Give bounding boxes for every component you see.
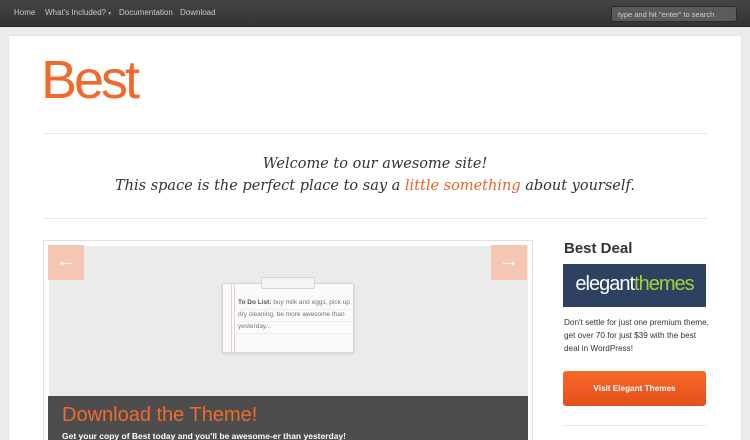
welcome-line-2-end: about yourself. — [520, 178, 635, 194]
welcome-line-2: This space is the perfect place to say a… — [43, 175, 707, 197]
banner-text-elegant: elegant — [575, 273, 635, 295]
nav-item-home[interactable]: Home — [14, 8, 35, 17]
nav-item-whats-included-label: What's Included? — [45, 8, 107, 17]
top-nav-bar: Home What's Included? ▾ Documentation Dow… — [0, 0, 750, 27]
sidebar-widget-title: Best Deal — [564, 240, 633, 257]
note-title: To Do List: — [238, 299, 272, 306]
welcome-divider — [43, 218, 707, 219]
visit-elegant-themes-button[interactable]: Visit Elegant Themes — [563, 371, 706, 406]
header-divider — [43, 133, 707, 134]
elegant-themes-banner[interactable]: elegantthemes — [563, 264, 706, 307]
caption-title[interactable]: Download the Theme! — [62, 404, 257, 427]
welcome-message: Welcome to our awesome site! This space … — [43, 153, 707, 197]
todo-note-image: To Do List: buy milk and eggs, pick up d… — [222, 277, 354, 354]
arrow-right-icon[interactable]: → — [491, 245, 527, 280]
arrow-left-icon[interactable]: ← — [48, 245, 84, 280]
slide-caption: Download the Theme! Get your copy of Bes… — [48, 396, 528, 440]
note-rule-line — [237, 333, 351, 334]
nav-item-download[interactable]: Download — [180, 8, 216, 17]
sidebar-divider — [563, 425, 707, 426]
site-logo[interactable]: Best — [41, 53, 140, 107]
note-margin-line — [231, 284, 232, 354]
welcome-highlight: little something — [404, 178, 521, 194]
note-margin-line — [234, 284, 235, 354]
welcome-line-2-start: This space is the perfect place to say a — [115, 178, 405, 194]
nav-item-documentation[interactable]: Documentation — [119, 8, 173, 17]
sidebar-text: Don't settle for just one premium theme,… — [564, 318, 709, 353]
search-input[interactable] — [611, 6, 737, 22]
nav-item-whats-included[interactable]: What's Included? ▾ — [45, 8, 111, 17]
note-text: To Do List: buy milk and eggs, pick up d… — [238, 297, 350, 333]
chevron-down-icon: ▾ — [108, 11, 112, 17]
welcome-line-1: Welcome to our awesome site! — [262, 156, 488, 172]
note-clip — [261, 277, 315, 289]
caption-subtitle: Get your copy of Best today and you'll b… — [62, 431, 347, 440]
banner-text-themes: themes — [634, 273, 695, 295]
